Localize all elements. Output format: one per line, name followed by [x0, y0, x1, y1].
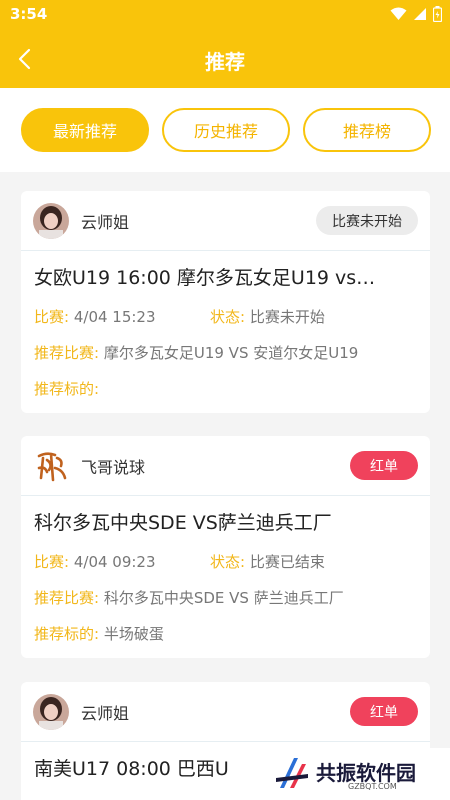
match-time-row: 比赛: 4/04 15:23	[34, 306, 156, 327]
tab-bar: 最新推荐 历史推荐 推荐榜	[0, 88, 450, 172]
avatar[interactable]	[33, 694, 69, 730]
avatar[interactable]	[33, 203, 69, 239]
status-row: 状态: 比赛已结束	[210, 551, 325, 572]
match-time: 4/04 15:23	[73, 308, 156, 326]
battery-icon	[433, 6, 442, 22]
recommendation-card[interactable]: 云师姐 比赛未开始 女欧U19 16:00 摩尔多瓦女足U19 vs… 比赛: …	[21, 191, 430, 413]
status-bar: 3:54	[0, 0, 450, 30]
status-value: 比赛已结束	[249, 553, 325, 571]
rec-match-row: 推荐比赛: 摩尔多瓦女足U19 VS 安道尔女足U19	[34, 342, 358, 363]
card-header: 云师姐 红单	[21, 682, 430, 742]
avatar-image	[33, 694, 69, 730]
avatar[interactable]	[33, 448, 69, 484]
match-time-row: 比赛: 4/04 09:23	[34, 551, 156, 572]
status-icons	[390, 6, 442, 22]
rec-target-value: 半场破蛋	[103, 625, 164, 643]
page-title: 推荐	[205, 50, 245, 74]
rec-match-value: 摩尔多瓦女足U19 VS 安道尔女足U19	[103, 344, 359, 362]
rec-match-label: 推荐比赛:	[34, 344, 100, 362]
author-name: 云师姐	[81, 213, 130, 232]
watermark: 共振软件园 GZBQT.COM	[266, 748, 450, 800]
match-title: 女欧U19 16:00 摩尔多瓦女足U19 vs…	[34, 267, 376, 289]
rec-target-row: 推荐标的: 半场破蛋	[34, 623, 164, 644]
match-label: 比赛:	[34, 553, 70, 571]
status-time: 3:54	[10, 5, 48, 23]
wifi-icon	[390, 7, 407, 20]
rec-match-value: 科尔多瓦中央SDE VS 萨兰迪兵工厂	[103, 589, 344, 607]
rec-target-label: 推荐标的:	[34, 625, 100, 643]
signal-icon	[414, 8, 426, 20]
tab-history[interactable]: 历史推荐	[162, 108, 290, 152]
match-label: 比赛:	[34, 308, 70, 326]
status-row: 状态: 比赛未开始	[210, 306, 325, 327]
calligraphy-logo-icon	[33, 448, 69, 484]
rec-target-row: 推荐标的:	[34, 378, 99, 399]
rec-match-row: 推荐比赛: 科尔多瓦中央SDE VS 萨兰迪兵工厂	[34, 587, 344, 608]
avatar-image	[33, 203, 69, 239]
author-name: 云师姐	[81, 704, 130, 723]
recommendation-card[interactable]: 飞哥说球 红单 科尔多瓦中央SDE VS萨兰迪兵工厂 比赛: 4/04 09:2…	[21, 436, 430, 658]
match-title: 科尔多瓦中央SDE VS萨兰迪兵工厂	[34, 512, 332, 534]
watermark-logo-icon	[276, 758, 308, 788]
status-label: 状态:	[210, 553, 246, 571]
status-label: 状态:	[210, 308, 246, 326]
rec-target-label: 推荐标的:	[34, 380, 100, 398]
match-time: 4/04 09:23	[73, 553, 156, 571]
status-value: 比赛未开始	[249, 308, 325, 326]
card-header: 云师姐 比赛未开始	[21, 191, 430, 251]
tab-ranking[interactable]: 推荐榜	[303, 108, 431, 152]
author-name: 飞哥说球	[81, 458, 146, 477]
app-bar: 推荐	[0, 30, 450, 88]
tab-latest[interactable]: 最新推荐	[21, 108, 149, 152]
card-header: 飞哥说球 红单	[21, 436, 430, 496]
watermark-url: GZBQT.COM	[348, 782, 397, 791]
rec-match-label: 推荐比赛:	[34, 589, 100, 607]
result-badge: 红单	[350, 451, 418, 480]
result-badge: 红单	[350, 697, 418, 726]
status-badge: 比赛未开始	[316, 206, 418, 235]
